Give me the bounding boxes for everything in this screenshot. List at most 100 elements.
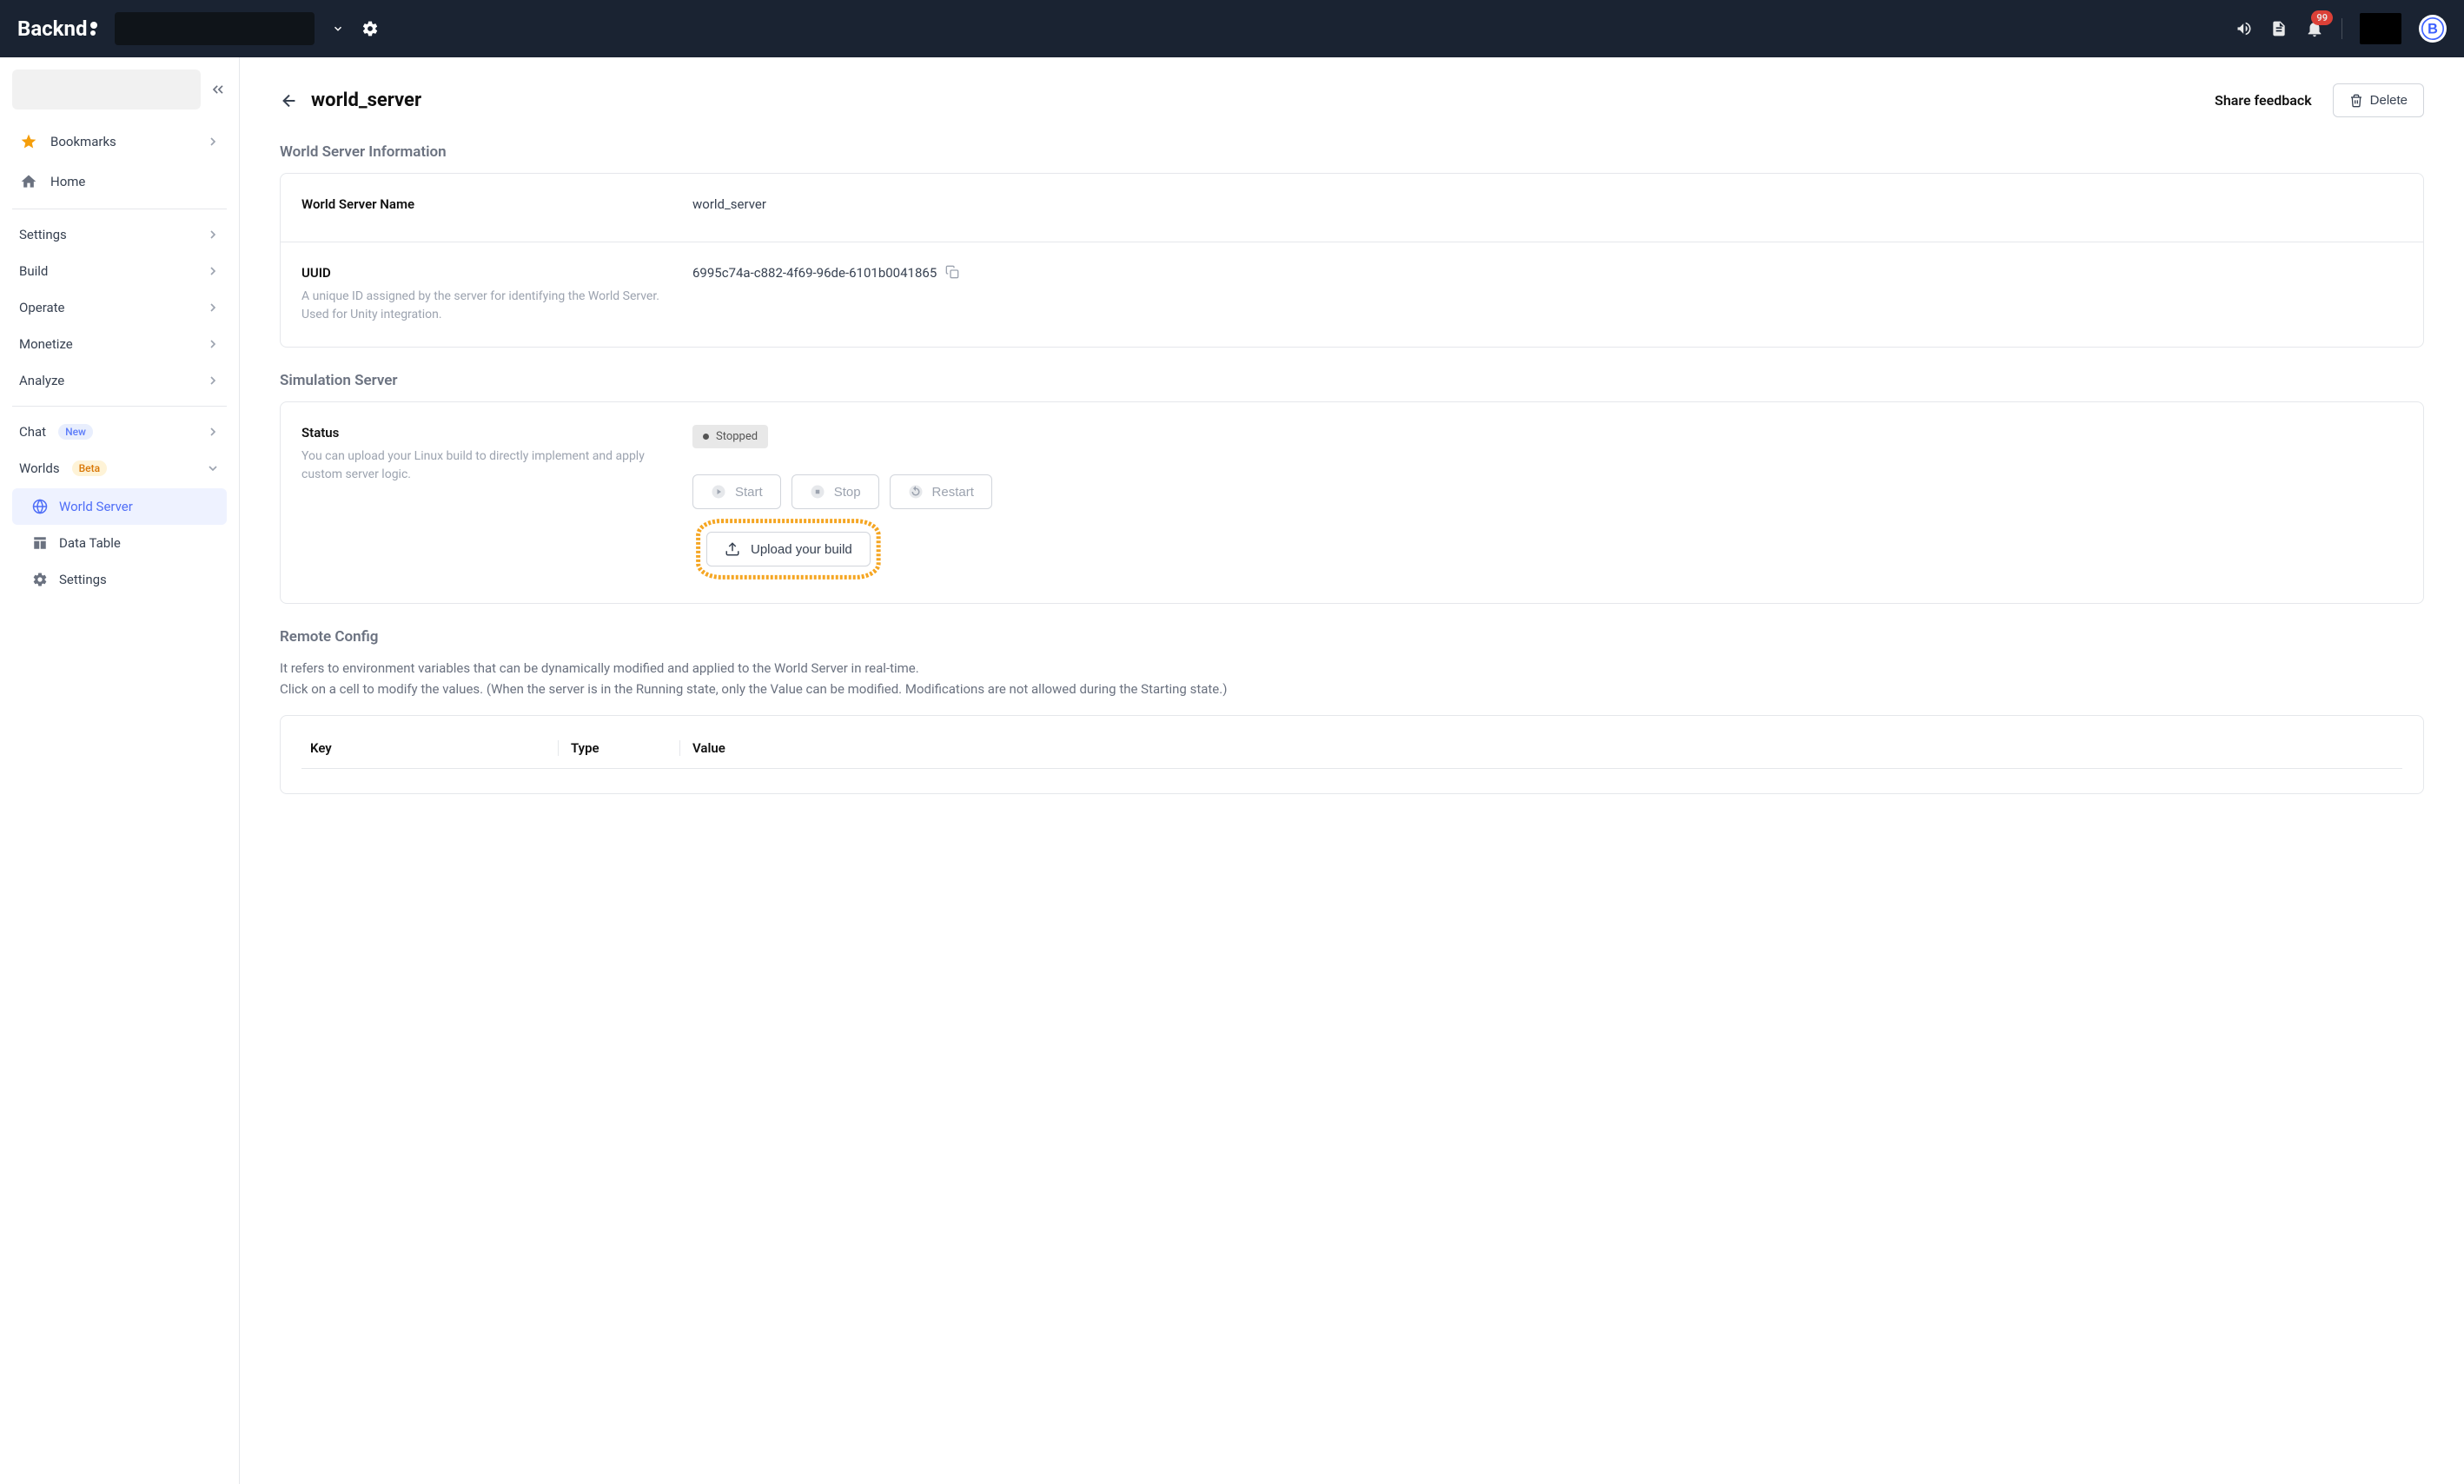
page-actions: Share feedback Delete	[2215, 83, 2424, 117]
table-header-type: Type	[559, 740, 680, 756]
sidebar-item-label: Chat	[19, 424, 46, 440]
new-badge: New	[58, 424, 93, 440]
account-placeholder[interactable]	[2360, 13, 2401, 44]
globe-icon	[31, 498, 49, 515]
stop-icon	[810, 484, 825, 500]
share-feedback-link[interactable]: Share feedback	[2215, 92, 2312, 109]
page-header: world_server Share feedback Delete	[280, 83, 2424, 117]
sim-row-status: Status You can upload your Linux build t…	[281, 402, 2423, 603]
chevron-right-icon	[206, 337, 220, 351]
chevron-right-icon	[206, 301, 220, 315]
row-description: A unique ID assigned by the server for i…	[301, 288, 675, 324]
info-row-uuid: UUID A unique ID assigned by the server …	[281, 242, 2423, 347]
subnav-label: Settings	[59, 572, 107, 587]
document-icon[interactable]	[2270, 20, 2288, 37]
sidebar-item-bookmarks[interactable]: Bookmarks	[12, 122, 227, 162]
row-label: World Server Name	[301, 196, 675, 212]
sidebar-item-label: Settings	[19, 227, 67, 242]
bell-icon[interactable]: 99	[2305, 19, 2324, 38]
upload-build-button[interactable]: Upload your build	[706, 532, 871, 566]
subnav-world-server[interactable]: World Server	[12, 488, 227, 525]
avatar[interactable]: B	[2419, 15, 2447, 43]
button-label: Upload your build	[751, 542, 852, 557]
section-heading-remote: Remote Config	[280, 628, 2424, 646]
gear-icon	[31, 571, 49, 588]
section-heading-info: World Server Information	[280, 143, 2424, 161]
start-button[interactable]: Start	[692, 474, 781, 509]
main-content: world_server Share feedback Delete World…	[240, 57, 2464, 1484]
button-label: Restart	[932, 485, 974, 500]
worlds-submenu: World Server Data Table Settings	[12, 488, 227, 598]
sidebar-item-build[interactable]: Build	[12, 253, 227, 289]
sidebar-item-monetize[interactable]: Monetize	[12, 326, 227, 362]
remote-config-table: Key Type Value	[280, 715, 2424, 794]
sidebar-item-operate[interactable]: Operate	[12, 289, 227, 326]
app-header: Backnd 99 B	[0, 0, 2464, 57]
header-right: 99 B	[2235, 13, 2447, 44]
sim-card: Status You can upload your Linux build t…	[280, 401, 2424, 604]
chevron-right-icon	[206, 374, 220, 388]
table-header-row: Key Type Value	[301, 740, 2402, 769]
chevron-right-icon	[206, 228, 220, 242]
stop-button[interactable]: Stop	[792, 474, 879, 509]
restart-icon	[908, 484, 924, 500]
chevron-down-icon[interactable]	[332, 23, 344, 35]
subnav-label: World Server	[59, 499, 133, 514]
remote-desc-line2: Click on a cell to modify the values. (W…	[280, 681, 1227, 697]
upload-highlight-annotation: Upload your build	[692, 518, 884, 580]
sidebar-item-chat[interactable]: Chat New	[12, 414, 227, 450]
row-value: world_server	[692, 196, 766, 212]
sidebar-item-home[interactable]: Home	[12, 162, 227, 202]
table-header-value: Value	[680, 740, 2402, 756]
subnav-settings[interactable]: Settings	[12, 561, 227, 598]
restart-button[interactable]: Restart	[890, 474, 992, 509]
collapse-sidebar-icon[interactable]	[209, 81, 227, 98]
status-text: Stopped	[716, 430, 758, 443]
info-card: World Server Name world_server UUID A un…	[280, 173, 2424, 348]
sidebar-search-placeholder[interactable]	[12, 70, 201, 109]
logo-text: Backnd	[17, 17, 87, 41]
button-label: Start	[735, 485, 763, 500]
sidebar-item-label: Bookmarks	[50, 134, 116, 149]
chevron-right-icon	[206, 135, 220, 149]
svg-text:B: B	[2428, 22, 2438, 37]
logo-dots-icon	[90, 22, 97, 36]
row-label: Status	[301, 425, 675, 441]
sidebar-divider	[12, 406, 227, 407]
gear-icon[interactable]	[361, 20, 379, 37]
sidebar-item-analyze[interactable]: Analyze	[12, 362, 227, 399]
sidebar-item-label: Analyze	[19, 373, 64, 388]
logo[interactable]: Backnd	[17, 17, 97, 41]
table-icon	[31, 534, 49, 552]
button-label: Stop	[834, 485, 861, 500]
megaphone-icon[interactable]	[2235, 20, 2253, 37]
subnav-label: Data Table	[59, 535, 121, 551]
sidebar-item-worlds[interactable]: Worlds Beta	[12, 450, 227, 487]
delete-button[interactable]: Delete	[2333, 83, 2424, 117]
row-description: You can upload your Linux build to direc…	[301, 447, 675, 484]
row-label: UUID	[301, 265, 675, 281]
table-header-key: Key	[301, 740, 559, 756]
sidebar-item-label: Operate	[19, 300, 65, 315]
chevron-down-icon	[206, 461, 220, 475]
header-left: Backnd	[17, 12, 379, 45]
notification-badge: 99	[2311, 10, 2333, 25]
sidebar-item-label: Build	[19, 263, 48, 279]
project-selector[interactable]	[115, 12, 315, 45]
sidebar-item-settings[interactable]: Settings	[12, 216, 227, 253]
play-icon	[711, 484, 726, 500]
sidebar-top	[12, 70, 227, 109]
sidebar: Bookmarks Home Settings Build Operate Mo…	[0, 57, 240, 1484]
subnav-data-table[interactable]: Data Table	[12, 525, 227, 561]
back-arrow-icon[interactable]	[280, 91, 299, 110]
star-icon	[19, 132, 38, 151]
chevron-right-icon	[206, 425, 220, 439]
sidebar-item-label: Monetize	[19, 336, 73, 352]
sidebar-item-label: Worlds	[19, 460, 60, 476]
status-dot-icon	[703, 434, 709, 440]
remote-description: It refers to environment variables that …	[280, 658, 2424, 699]
home-icon	[19, 172, 38, 191]
uuid-value: 6995c74a-c882-4f69-96de-6101b0041865	[692, 265, 937, 281]
page-title-wrap: world_server	[280, 89, 421, 111]
copy-icon[interactable]	[945, 265, 959, 279]
